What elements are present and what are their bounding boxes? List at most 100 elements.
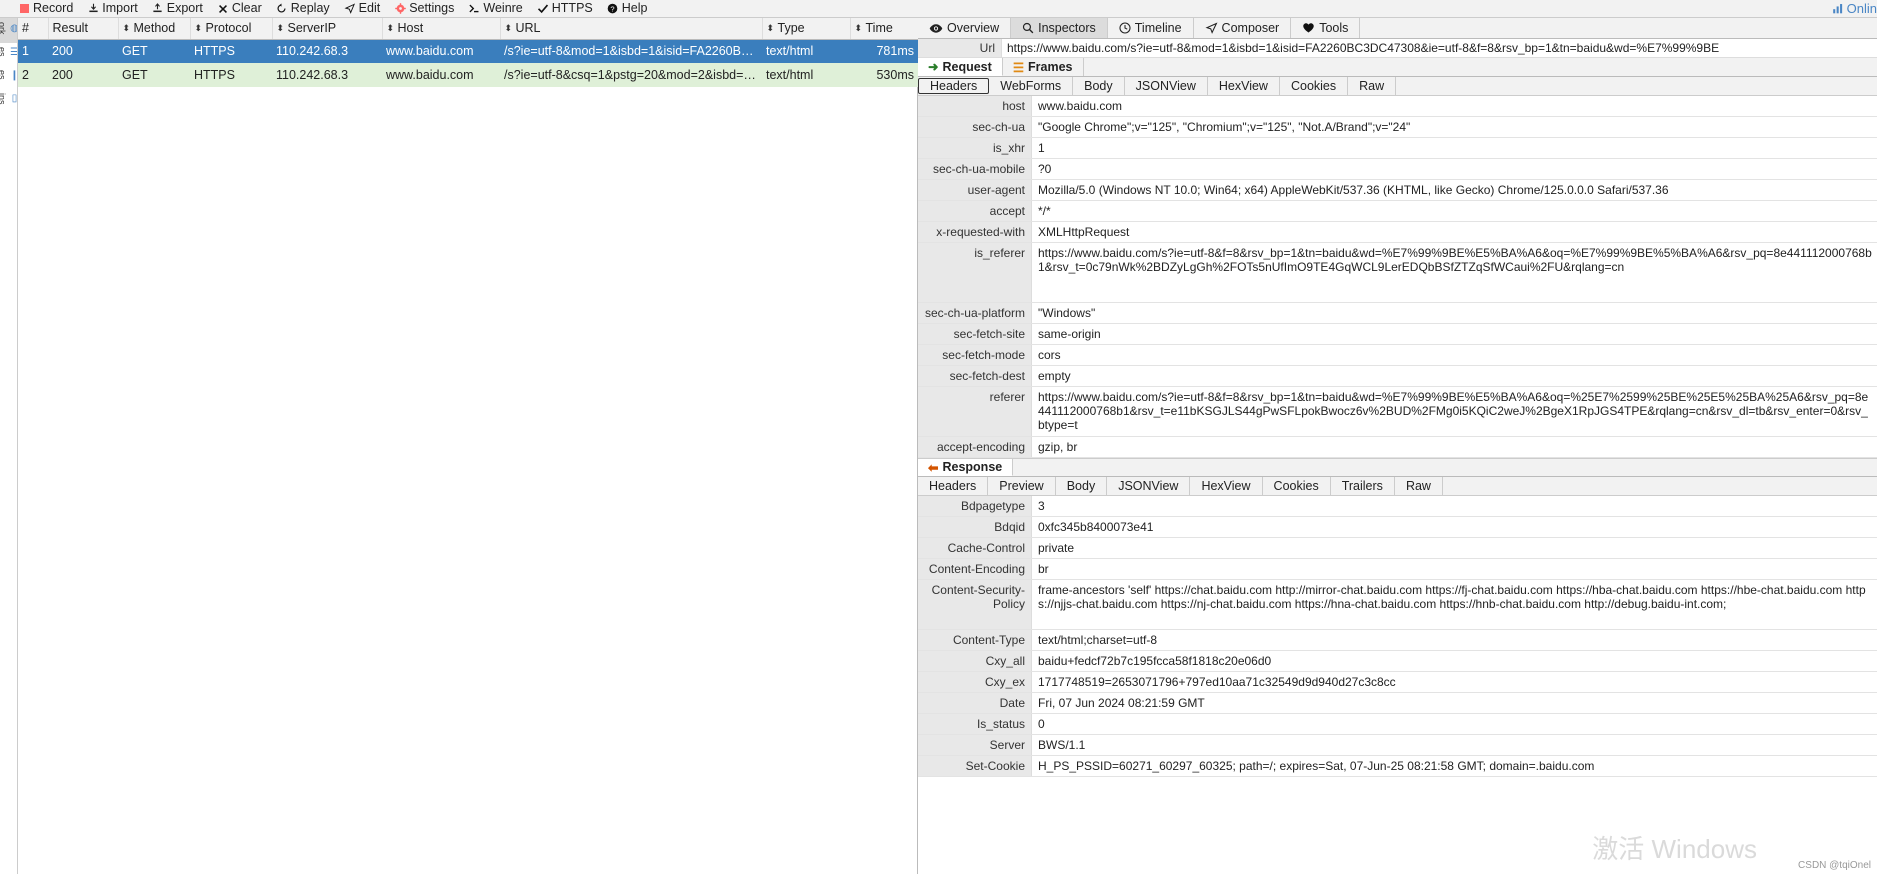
sort-arrows-icon[interactable]: ⬍ [505, 23, 513, 33]
header-value[interactable]: BWS/1.1 [1032, 735, 1877, 755]
toolbar-https-label: HTTPS [551, 1, 593, 16]
tab-composer[interactable]: Composer [1194, 18, 1292, 38]
url-value[interactable]: https://www.baidu.com/s?ie=utf-8&mod=1&i… [1002, 39, 1877, 57]
col-header-serverip[interactable]: ⬍ ServerIP [272, 18, 383, 40]
sort-arrows-icon[interactable]: ⬍ [123, 23, 131, 33]
header-value[interactable]: Mozilla/5.0 (Windows NT 10.0; Win64; x64… [1032, 180, 1877, 200]
col-header-url[interactable]: ⬍ URL [500, 18, 763, 40]
sort-arrows-icon[interactable]: ⬍ [195, 23, 203, 33]
header-value[interactable]: XMLHttpRequest [1032, 222, 1877, 242]
tab-timeline[interactable]: Timeline [1108, 18, 1194, 38]
header-row: Cxy_ex 1717748519=2653071796+797ed10aa71c… [918, 672, 1877, 693]
header-value[interactable]: */* [1032, 201, 1877, 221]
frames-tab[interactable]: ☰ Frames [1002, 58, 1084, 76]
request-subtabs: Headers WebForms Body JSONView HexView C… [918, 77, 1877, 96]
toolbar-record-button[interactable]: Record [18, 2, 73, 15]
toolbar-weinre-button[interactable]: Weinre [468, 2, 523, 15]
toolbar-clear-button[interactable]: Clear [217, 2, 262, 15]
header-value[interactable]: frame-ancestors 'self' https://chat.baid… [1032, 580, 1877, 629]
request-subtab-hexview[interactable]: HexView [1208, 77, 1280, 95]
header-key: x-requested-with [918, 222, 1032, 242]
response-subtab-preview[interactable]: Preview [988, 477, 1056, 495]
header-key: Server [918, 735, 1032, 755]
request-subtab-headers[interactable]: Headers [918, 78, 990, 94]
sort-arrows-icon[interactable]: ⬍ [855, 23, 863, 33]
toolbar-settings-button[interactable]: Settings [394, 2, 454, 15]
response-section-tab[interactable]: ⬅ Response [918, 459, 1014, 476]
left-rail: ◍ ork ☰ es ❙ es ▯ ins [0, 18, 18, 874]
frames-tab-label: Frames [1028, 60, 1073, 74]
header-value[interactable]: https://www.baidu.com/s?ie=utf-8&f=8&rsv… [1032, 387, 1877, 436]
col-header-result[interactable]: Result [48, 18, 119, 40]
online-status[interactable]: Onlin [1832, 1, 1877, 16]
header-row: Bdqid 0xfc345b8400073e41 [918, 517, 1877, 538]
toolbar-replay-button[interactable]: Replay [276, 2, 330, 15]
header-value[interactable]: Fri, 07 Jun 2024 08:21:59 GMT [1032, 693, 1877, 713]
sort-arrows-icon[interactable]: ⬍ [387, 23, 395, 33]
toolbar-edit-button[interactable]: Edit [344, 2, 380, 15]
online-status-label: Onlin [1846, 1, 1877, 16]
header-value[interactable]: "Windows" [1032, 303, 1877, 323]
request-subtab-body[interactable]: Body [1073, 77, 1125, 95]
toolbar-import-button[interactable]: Import [87, 2, 138, 15]
col-header-index[interactable]: # [18, 18, 49, 40]
request-subtab-raw[interactable]: Raw [1348, 77, 1397, 95]
header-row: sec-ch-ua-platform "Windows" [918, 303, 1877, 324]
header-value[interactable]: gzip, br [1032, 437, 1877, 457]
header-value[interactable]: cors [1032, 345, 1877, 365]
rail-item-network[interactable]: ◍ ork [0, 18, 17, 43]
toolbar-export-button[interactable]: Export [152, 2, 203, 15]
header-key: host [918, 96, 1032, 116]
tab-tools-label: Tools [1319, 21, 1349, 35]
response-subtab-trailers[interactable]: Trailers [1331, 477, 1395, 495]
request-subtab-jsonview[interactable]: JSONView [1125, 77, 1208, 95]
toolbar-https-button[interactable]: HTTPS [537, 2, 593, 15]
header-value[interactable]: www.baidu.com [1032, 96, 1877, 116]
session-table: # Result ⬍ Method ⬍ Protocol ⬍ ServerIP ⬍ Ho… [18, 18, 919, 87]
header-value[interactable]: 1717748519=2653071796+797ed10aa71c32549d… [1032, 672, 1877, 692]
response-subtab-raw[interactable]: Raw [1395, 477, 1443, 495]
header-value[interactable]: H_PS_PSSID=60271_60297_60325; path=/; ex… [1032, 756, 1877, 776]
header-value[interactable]: private [1032, 538, 1877, 558]
header-key: Cache-Control [918, 538, 1032, 558]
response-subtab-body[interactable]: Body [1056, 477, 1108, 495]
col-header-type[interactable]: ⬍ Type [762, 18, 851, 40]
header-value[interactable]: "Google Chrome";v="125", "Chromium";v="1… [1032, 117, 1877, 137]
header-value[interactable]: same-origin [1032, 324, 1877, 344]
inspector-tabbar: Overview Inspectors Timeline Composer To… [918, 18, 1877, 39]
table-row[interactable]: 2 200 GET HTTPS 110.242.68.3 www.baidu.c… [18, 63, 918, 87]
header-value[interactable]: 3 [1032, 496, 1877, 516]
header-value[interactable]: empty [1032, 366, 1877, 386]
response-subtab-cookies[interactable]: Cookies [1263, 477, 1331, 495]
request-section-tab[interactable]: ➜ Request [918, 58, 1003, 76]
response-subtab-headers[interactable]: Headers [918, 477, 989, 495]
header-value[interactable]: https://www.baidu.com/s?ie=utf-8&f=8&rsv… [1032, 243, 1877, 302]
col-header-time[interactable]: ⬍ Time [850, 18, 919, 40]
help-icon: ? [607, 3, 619, 15]
sort-arrows-icon[interactable]: ⬍ [277, 23, 285, 33]
response-subtab-jsonview[interactable]: JSONView [1107, 477, 1191, 495]
cell-index: 2 [18, 63, 48, 87]
header-value[interactable]: br [1032, 559, 1877, 579]
tab-inspectors[interactable]: Inspectors [1011, 18, 1108, 38]
header-value[interactable]: baidu+fedcf72b7c195fcca58f1818c20e06d0 [1032, 651, 1877, 671]
rail-item-plugins[interactable]: ▯ ins [0, 89, 17, 113]
request-subtab-webforms[interactable]: WebForms [989, 77, 1074, 95]
rail-item-rules[interactable]: ☰ es [0, 43, 17, 66]
col-header-protocol[interactable]: ⬍ Protocol [190, 18, 273, 40]
request-subtab-cookies[interactable]: Cookies [1280, 77, 1349, 95]
sort-arrows-icon[interactable]: ⬍ [767, 23, 775, 33]
col-header-method[interactable]: ⬍ Method [118, 18, 191, 40]
header-value[interactable]: ?0 [1032, 159, 1877, 179]
tab-overview[interactable]: Overview [918, 18, 1012, 38]
tab-tools[interactable]: Tools [1291, 18, 1361, 38]
header-value[interactable]: 0xfc345b8400073e41 [1032, 517, 1877, 537]
table-row[interactable]: 1 200 GET HTTPS 110.242.68.3 www.baidu.c… [18, 39, 918, 63]
col-header-host[interactable]: ⬍ Host [382, 18, 501, 40]
response-subtab-hexview[interactable]: HexView [1190, 477, 1263, 495]
header-value[interactable]: text/html;charset=utf-8 [1032, 630, 1877, 650]
toolbar-help-button[interactable]: ? Help [607, 2, 647, 15]
header-value[interactable]: 1 [1032, 138, 1877, 158]
rail-item-values[interactable]: ❙ es [0, 66, 17, 89]
header-value[interactable]: 0 [1032, 714, 1877, 734]
